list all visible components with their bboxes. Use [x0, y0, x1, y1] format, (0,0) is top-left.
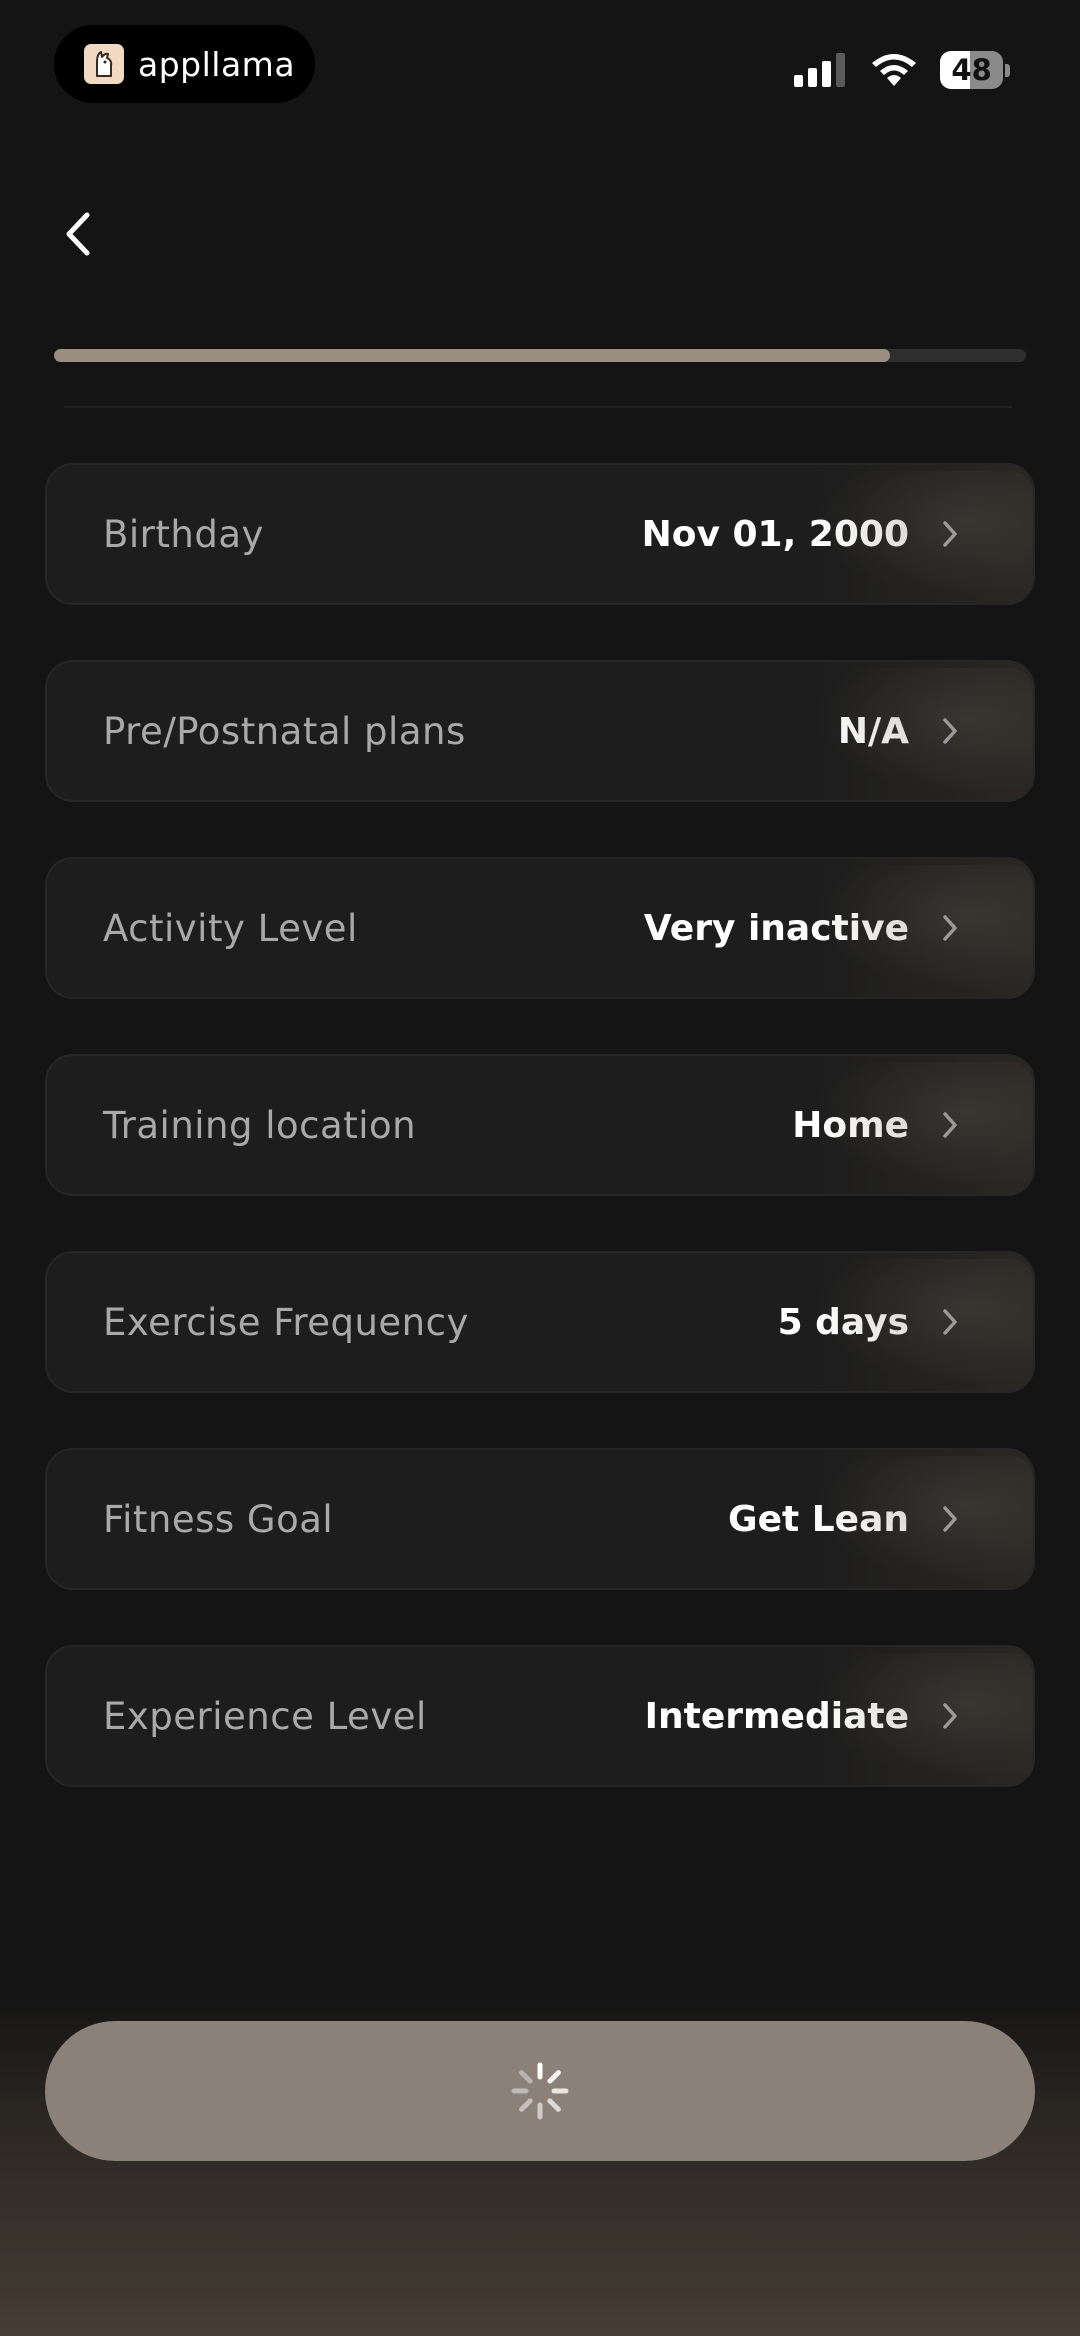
- row-value: Nov 01, 2000: [641, 513, 909, 555]
- progress-bar: [54, 349, 1026, 362]
- chevron-right-icon: [939, 1503, 961, 1535]
- row-label: Pre/Postnatal plans: [103, 709, 466, 753]
- divider: [64, 406, 1012, 408]
- row-value: 5 days: [777, 1301, 909, 1343]
- chevron-right-icon: [939, 1109, 961, 1141]
- row-experience-level[interactable]: Experience Level Intermediate: [45, 1645, 1035, 1787]
- progress-fill: [54, 349, 890, 362]
- cellular-signal-icon: [794, 53, 845, 87]
- battery-icon: 48: [940, 51, 1010, 89]
- chevron-right-icon: [939, 1700, 961, 1732]
- chevron-right-icon: [939, 518, 961, 550]
- row-label: Activity Level: [103, 906, 358, 950]
- chevron-right-icon: [939, 912, 961, 944]
- row-value: Intermediate: [644, 1695, 909, 1737]
- status-pill: appllama: [54, 25, 315, 103]
- back-button[interactable]: [56, 206, 100, 262]
- row-birthday[interactable]: Birthday Nov 01, 2000: [45, 463, 1035, 605]
- row-value: Home: [792, 1104, 909, 1146]
- chevron-right-icon: [939, 1306, 961, 1338]
- row-training-location[interactable]: Training location Home: [45, 1054, 1035, 1196]
- wifi-icon: [872, 54, 916, 86]
- continue-button[interactable]: [45, 2021, 1035, 2161]
- profile-settings-list: Birthday Nov 01, 2000 Pre/Postnatal plan…: [45, 463, 1035, 1842]
- row-activity-level[interactable]: Activity Level Very inactive: [45, 857, 1035, 999]
- row-exercise-frequency[interactable]: Exercise Frequency 5 days: [45, 1251, 1035, 1393]
- row-value: Get Lean: [728, 1498, 909, 1540]
- screen: appllama 48 Birthday Nov 01, 2000 Pre/Po…: [0, 0, 1080, 2336]
- row-pre-postnatal-plans[interactable]: Pre/Postnatal plans N/A: [45, 660, 1035, 802]
- row-fitness-goal[interactable]: Fitness Goal Get Lean: [45, 1448, 1035, 1590]
- row-label: Training location: [103, 1103, 417, 1147]
- llama-logo-icon: [84, 44, 124, 84]
- chevron-right-icon: [939, 715, 961, 747]
- status-icons: 48: [794, 50, 1010, 90]
- row-label: Fitness Goal: [103, 1497, 334, 1541]
- chevron-left-icon: [66, 212, 90, 256]
- brand-name: appllama: [138, 44, 296, 84]
- spinner-icon: [511, 2062, 569, 2120]
- battery-level: 48: [940, 51, 1004, 89]
- row-value: Very inactive: [643, 907, 909, 949]
- row-label: Birthday: [103, 512, 264, 556]
- row-label: Exercise Frequency: [103, 1300, 469, 1344]
- row-value: N/A: [837, 710, 909, 752]
- row-label: Experience Level: [103, 1694, 427, 1738]
